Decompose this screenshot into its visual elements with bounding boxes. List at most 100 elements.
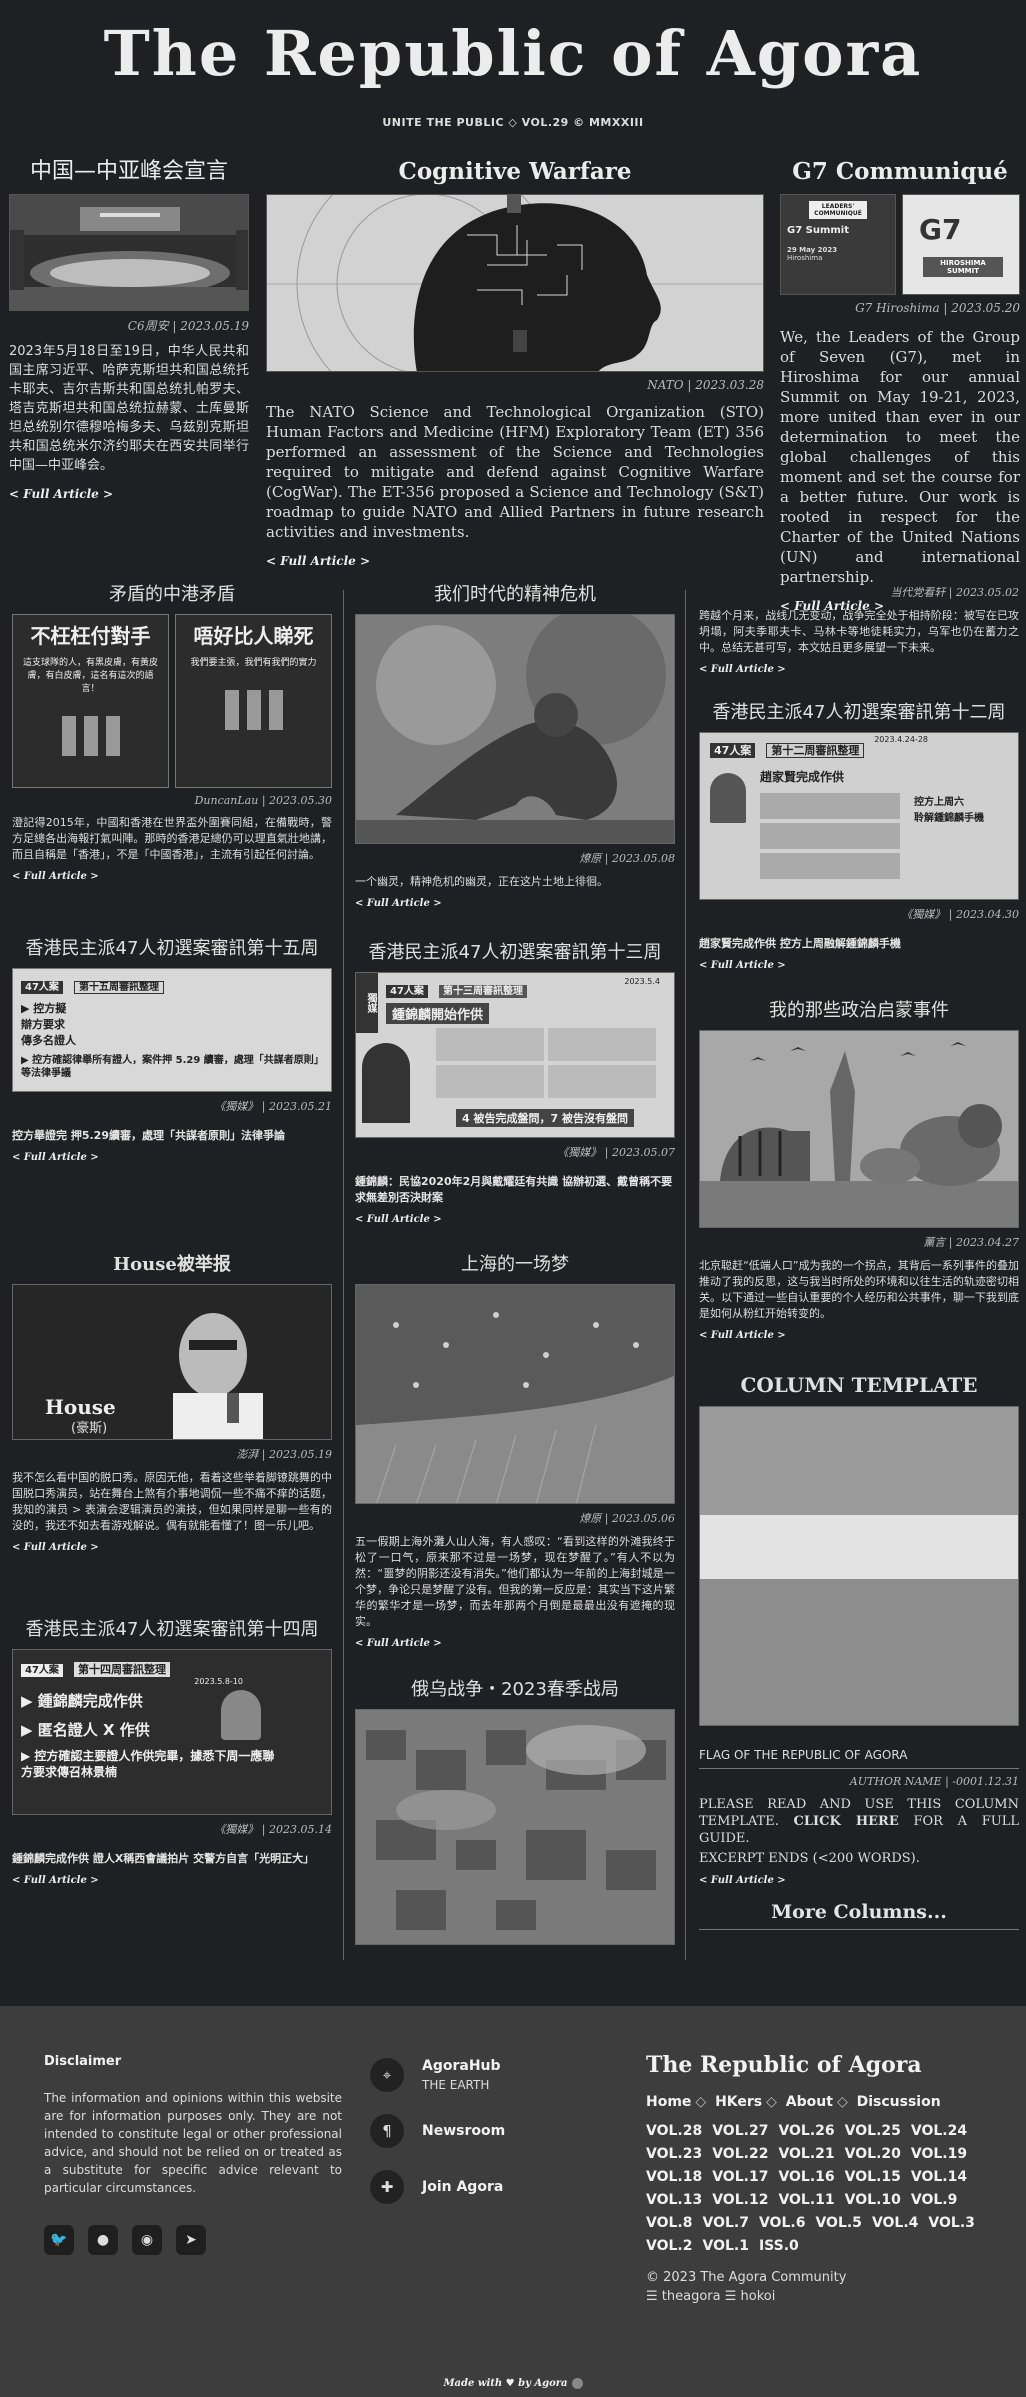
volume-link[interactable]: VOL.18 (646, 2166, 702, 2189)
full-article-link[interactable]: < Full Article > (699, 664, 786, 675)
full-article-link[interactable]: < Full Article > (12, 871, 99, 882)
article-title[interactable]: 香港民主派47人初選案審訊第十三周 (355, 938, 675, 968)
volume-link[interactable]: VOL.24 (911, 2120, 967, 2143)
volume-link[interactable]: VOL.16 (778, 2166, 834, 2189)
article-title[interactable]: 香港民主派47人初選案審訊第十五周 (12, 934, 332, 964)
article-title[interactable]: 俄乌战争・2023春季战局 (355, 1675, 675, 1705)
article-excerpt: 一个幽灵，精神危机的幽灵，正在这片土地上徘徊。 (355, 875, 608, 888)
github-icon[interactable]: ● (88, 2225, 118, 2255)
volume-link[interactable]: VOL.19 (911, 2143, 967, 2166)
article-title[interactable]: 香港民主派47人初選案審訊第十二周 (699, 698, 1019, 728)
full-article-link[interactable]: < Full Article > (699, 1875, 786, 1886)
volume-link[interactable]: ISS.0 (759, 2235, 799, 2258)
article-image[interactable]: 不枉枉付對手 這支球隊的人，有黑皮膚，有黃皮膚，有白皮膚，這名有這次的語言！ 唔… (12, 614, 332, 788)
nav-hkers[interactable]: HKers (715, 2094, 762, 2110)
volume-link[interactable]: VOL.7 (702, 2212, 748, 2235)
volume-link[interactable]: VOL.22 (712, 2143, 768, 2166)
volume-link[interactable]: VOL.13 (646, 2189, 702, 2212)
volume-link[interactable]: VOL.25 (845, 2120, 901, 2143)
image-line: 聆解鍾錦麟手機 (914, 813, 984, 824)
article-image[interactable] (355, 1284, 675, 1504)
article-image[interactable]: House (豪斯) (12, 1284, 332, 1440)
volume-link[interactable]: VOL.6 (759, 2212, 805, 2235)
feature-title[interactable]: 中国—中亚峰会宣言 (9, 150, 249, 194)
newsroom-link[interactable]: ¶ Newsroom (370, 2114, 505, 2148)
full-article-link[interactable]: < Full Article > (699, 960, 786, 971)
full-article-link[interactable]: < Full Article > (9, 487, 113, 501)
article-title[interactable]: 我们时代的精神危机 (355, 580, 675, 610)
full-article-link[interactable]: < Full Article > (12, 1875, 99, 1886)
feature-title[interactable]: Cognitive Warfare (266, 150, 764, 194)
article-image[interactable]: 47人案 第十五周審訊整理 ▶ 控方擬 辯方要求 傳多名證人 ▶ 控方確認律舉所… (12, 968, 332, 1092)
article-title[interactable]: 香港民主派47人初選案審訊第十四周 (12, 1615, 332, 1645)
article-image[interactable] (355, 614, 675, 844)
volume-link[interactable]: VOL.17 (712, 2166, 768, 2189)
volume-link[interactable]: VOL.8 (646, 2212, 692, 2235)
volume-link[interactable]: VOL.3 (928, 2212, 974, 2235)
g7-images[interactable]: LEADERS' COMMUNIQUÉ G7 Summit 29 May 202… (780, 194, 1020, 295)
volume-link[interactable]: VOL.23 (646, 2143, 702, 2166)
cognitive-warfare-image[interactable] (266, 194, 764, 372)
social-links: 🐦 ● ◉ ➤ (44, 2225, 342, 2255)
feature-title[interactable]: G7 Communiqué (780, 150, 1020, 194)
article-image[interactable]: 47人案 第十四周審訊整理 2023.5.8-10 ▶ 鍾錦麟完成作供 ▶ 匿名… (12, 1649, 332, 1815)
nav-discussion[interactable]: Discussion (857, 2094, 941, 2110)
site-title[interactable]: The Republic of Agora (0, 14, 1026, 94)
join-agora-link[interactable]: ✚ Join Agora (370, 2170, 505, 2204)
article-title[interactable]: 我的那些政治启蒙事件 (699, 996, 1019, 1026)
masthead: The Republic of Agora UNITE THE PUBLIC ◇… (0, 0, 1026, 148)
volume-link[interactable]: VOL.11 (778, 2189, 834, 2212)
poster-text: 這支球隊的人，有黑皮膚，有黃皮膚，有白皮膚，這名有這次的語言！ (22, 658, 158, 694)
agora-flag[interactable] (699, 1406, 1019, 1726)
full-article-link[interactable]: < Full Article > (355, 1638, 442, 1649)
template-excerpt-end: EXCERPT ENDS (<200 WORDS). (699, 1851, 920, 1866)
nav-home[interactable]: Home (646, 2094, 691, 2110)
full-article-link[interactable]: < Full Article > (266, 554, 370, 568)
article-image[interactable] (355, 1709, 675, 1945)
article-title[interactable]: House被举报 (12, 1250, 332, 1280)
article-title[interactable]: 矛盾的中港矛盾 (12, 580, 332, 610)
more-columns-link[interactable]: More Columns... (699, 1901, 1019, 1930)
image-sub: (豪斯) (71, 1421, 108, 1436)
twitter-icon[interactable]: 🐦 (44, 2225, 74, 2255)
article-title[interactable]: 上海的一场梦 (355, 1250, 675, 1280)
image-side: 獨媒 (356, 973, 378, 1033)
volume-link[interactable]: VOL.14 (911, 2166, 967, 2189)
article-image[interactable]: 獨媒 47人案 第十三周審訊整理 2023.5.4 鍾錦麟開始作供 4 被告完成… (355, 972, 675, 1138)
guide-link[interactable]: CLICK HERE (794, 1814, 899, 1829)
volume-link[interactable]: VOL.12 (712, 2189, 768, 2212)
article-image[interactable] (699, 1030, 1019, 1228)
volume-link[interactable]: VOL.20 (845, 2143, 901, 2166)
agorahub-link[interactable]: ⌖ AgoraHub THE EARTH (370, 2058, 505, 2092)
link-title: Join Agora (422, 2179, 504, 2195)
image-line: 4 被告完成盤問，7 被告沒有盤問 (456, 1109, 634, 1127)
volume-link[interactable]: VOL.27 (712, 2120, 768, 2143)
reddit-icon[interactable]: ◉ (132, 2225, 162, 2255)
article-card: 我们时代的精神危机 燎原 | 2023.05.08 一个幽灵，精神危机的幽灵，正… (355, 580, 675, 910)
volume-link[interactable]: VOL.1 (702, 2235, 748, 2258)
volume-link[interactable]: VOL.5 (815, 2212, 861, 2235)
image-line: 趙家賢完成作供 (760, 770, 845, 784)
summit-photo[interactable] (9, 194, 249, 311)
article-card: 矛盾的中港矛盾 不枉枉付對手 這支球隊的人，有黑皮膚，有黃皮膚，有白皮膚，這名有… (12, 580, 332, 883)
volume-link[interactable]: VOL.15 (845, 2166, 901, 2189)
full-article-link[interactable]: < Full Article > (699, 1330, 786, 1341)
full-article-link[interactable]: < Full Article > (12, 1152, 99, 1163)
full-article-link[interactable]: < Full Article > (355, 898, 442, 909)
volume-link[interactable]: VOL.9 (911, 2189, 957, 2212)
footer-brand[interactable]: The Republic of Agora (646, 2052, 986, 2078)
volume-link[interactable]: VOL.4 (872, 2212, 918, 2235)
image-line: 控方上周六 (914, 797, 964, 808)
article-image[interactable]: 47人案 第十二周審訊整理 2023.4.24-28 趙家賢完成作供 控方上周六… (699, 732, 1019, 900)
full-article-link[interactable]: < Full Article > (12, 1542, 99, 1553)
volume-link[interactable]: VOL.10 (845, 2189, 901, 2212)
volume-link[interactable]: VOL.2 (646, 2235, 692, 2258)
nav-about[interactable]: About (786, 2094, 833, 2110)
volume-link[interactable]: VOL.26 (778, 2120, 834, 2143)
volume-link[interactable]: VOL.28 (646, 2120, 702, 2143)
telegram-icon[interactable]: ➤ (176, 2225, 206, 2255)
full-article-link[interactable]: < Full Article > (355, 1214, 442, 1225)
volume-link[interactable]: VOL.21 (778, 2143, 834, 2166)
article-card: 俄乌战争・2023春季战局 (355, 1675, 675, 1945)
article-title[interactable]: COLUMN TEMPLATE (699, 1370, 1019, 1400)
